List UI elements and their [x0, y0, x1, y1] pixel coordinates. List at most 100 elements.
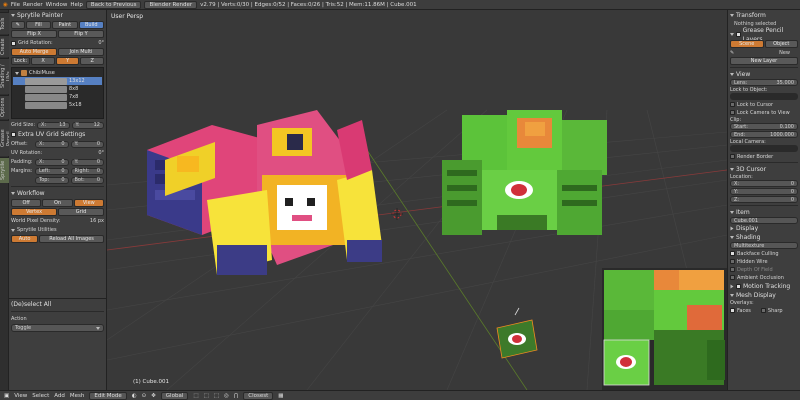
shading-icon[interactable]: ◐ — [132, 393, 137, 399]
reload-all-images-button[interactable]: Reload All Images — [39, 235, 104, 243]
menu-mesh[interactable]: Mesh — [70, 393, 84, 399]
render-engine-select[interactable]: Blender Render — [144, 0, 198, 9]
shading-mode-select[interactable]: Multitexture — [730, 242, 798, 249]
scene-tab[interactable]: Scene — [730, 40, 764, 48]
tab-create[interactable]: Create — [0, 35, 9, 57]
pivot-icon[interactable]: ⊙ — [142, 393, 147, 399]
back-to-previous-button[interactable]: Back to Previous — [85, 0, 142, 9]
world-pixel-density-value[interactable]: 16 px — [90, 218, 104, 224]
grease-pencil-layers-header[interactable]: Grease Pencil Layers — [730, 27, 798, 43]
selected-tile-model[interactable] — [496, 319, 538, 359]
join-multi-toggle[interactable]: Join Multi — [58, 48, 104, 56]
menu-select[interactable]: Select — [32, 393, 49, 399]
extra-uv-checkbox[interactable] — [11, 132, 16, 137]
editor-type-icon[interactable]: ▣ — [4, 393, 9, 399]
item-name-field[interactable]: Cube.001 — [730, 217, 798, 224]
display-header[interactable]: Display — [730, 224, 798, 233]
padding-x-field[interactable]: X: 0 — [35, 158, 69, 166]
menu-file[interactable]: File — [11, 2, 20, 8]
3d-cursor-icon[interactable] — [391, 208, 403, 220]
motion-tracking-checkbox[interactable] — [736, 284, 741, 289]
clip-start-field[interactable]: Start: 0.100 — [730, 123, 798, 130]
flip-y-button[interactable]: Flip Y — [58, 30, 104, 38]
menu-render[interactable]: Render — [23, 2, 43, 8]
lens-field[interactable]: Lens: 35.000 — [730, 79, 798, 86]
item-header[interactable]: Item — [730, 208, 798, 217]
grid-item[interactable]: 5x18 — [13, 101, 102, 109]
workflow-header[interactable]: Workflow — [11, 189, 104, 198]
render-border-checkbox[interactable] — [730, 154, 735, 159]
margin-top-field[interactable]: Top: 0 — [35, 176, 69, 184]
clip-end-field[interactable]: End: 1000.000 — [730, 131, 798, 138]
new-gp-button[interactable]: New — [779, 50, 790, 56]
layers-icon[interactable]: ▦ — [278, 393, 283, 399]
green-robot-model[interactable] — [442, 110, 607, 235]
depth-of-field-checkbox[interactable] — [730, 267, 735, 272]
tab-shading-uvs[interactable]: Shading / UVs — [0, 58, 12, 94]
material-grid-list[interactable]: ChibiMuse 13x12 8x8 7x8 5x18 — [11, 67, 104, 119]
view-header[interactable]: View — [730, 70, 798, 79]
proportional-edit-icon[interactable]: ◎ — [224, 393, 229, 399]
grid-size-x-field[interactable]: X: 13 — [37, 121, 70, 129]
tileset-preview[interactable] — [602, 268, 727, 390]
cursor-y-field[interactable]: Y: 0 — [730, 188, 798, 195]
ambient-occlusion-checkbox[interactable] — [730, 275, 735, 280]
manipulator-icon[interactable]: ✥ — [151, 393, 156, 399]
menu-add[interactable]: Add — [54, 393, 65, 399]
cursor-z-field[interactable]: Z: 0 — [730, 196, 798, 203]
workflow-view-button[interactable]: View — [73, 199, 104, 207]
edge-select-icon[interactable]: ⬚ — [204, 393, 209, 399]
magnet-icon[interactable]: ⋂ — [234, 393, 239, 399]
3d-viewport[interactable]: User Persp (1) Cube.001 — [107, 10, 727, 390]
backface-culling-checkbox[interactable] — [730, 251, 735, 256]
grid-item[interactable]: 13x12 — [13, 77, 102, 85]
cursor-x-field[interactable]: X: 0 — [730, 180, 798, 187]
tab-grease-pencil[interactable]: Grease Pencil — [0, 120, 12, 156]
face-select-icon[interactable]: ⬚ — [214, 393, 219, 399]
flip-x-button[interactable]: Flip X — [11, 30, 57, 38]
snap-grid-button[interactable]: Grid — [58, 208, 104, 216]
local-camera-field[interactable] — [730, 145, 798, 152]
sharp-checkbox[interactable] — [760, 308, 766, 313]
lock-x-button[interactable]: X — [31, 57, 55, 65]
grease-pencil-checkbox[interactable] — [736, 32, 741, 37]
blender-logo-icon[interactable]: ◉ — [3, 2, 8, 8]
workflow-on-button[interactable]: On — [42, 199, 73, 207]
orientation-select[interactable]: Global — [160, 391, 189, 400]
margin-bottom-field[interactable]: Bot: 0 — [70, 176, 104, 184]
sprytile-panel-header[interactable]: Sprytile Painter — [11, 11, 104, 20]
grid-rotation-checkbox[interactable] — [11, 40, 16, 46]
lock-camera-checkbox[interactable] — [730, 110, 735, 115]
tab-options[interactable]: Options — [0, 95, 9, 119]
vertex-select-icon[interactable]: ⬚ — [193, 393, 198, 399]
paint-mode-button[interactable]: ✎ — [11, 21, 25, 29]
auto-merge-toggle[interactable]: Auto Merge — [11, 48, 57, 56]
menu-window[interactable]: Window — [46, 2, 68, 8]
offset-y-field[interactable]: Y: 0 — [70, 140, 104, 148]
grid-item[interactable]: 8x8 — [13, 85, 102, 93]
object-tab[interactable]: Object — [764, 40, 798, 48]
utilities-header[interactable]: Sprytile Utilities — [17, 227, 57, 233]
extra-uv-grid-header[interactable]: Extra UV Grid Settings — [11, 130, 104, 139]
operator-title[interactable]: (De)select All — [11, 300, 104, 309]
motion-tracking-header[interactable]: Motion Tracking — [730, 282, 798, 291]
new-layer-button[interactable]: New Layer — [730, 57, 798, 65]
mode-select[interactable]: Edit Mode — [89, 391, 127, 400]
grid-rotation-value[interactable]: 0° — [98, 40, 104, 46]
lock-z-button[interactable]: Z — [80, 57, 104, 65]
grid-item[interactable]: 7x8 — [13, 93, 102, 101]
build-mode-button[interactable]: Build — [78, 21, 104, 29]
3d-cursor-header[interactable]: 3D Cursor — [730, 165, 798, 174]
mesh-display-header[interactable]: Mesh Display — [730, 291, 798, 300]
lock-y-button[interactable]: Y — [55, 57, 80, 65]
tab-sprytile[interactable]: Sprytile — [0, 157, 9, 183]
tab-tools[interactable]: Tools — [0, 12, 9, 34]
margin-left-field[interactable]: Left: 0 — [35, 167, 69, 175]
menu-view[interactable]: View — [14, 393, 27, 399]
menu-help[interactable]: Help — [70, 2, 83, 8]
workflow-off-button[interactable]: Off — [11, 199, 42, 207]
offset-x-field[interactable]: X: 0 — [35, 140, 69, 148]
snap-target-select[interactable]: Closest — [243, 391, 274, 400]
shading-header[interactable]: Shading — [730, 233, 798, 242]
action-select[interactable]: Toggle — [11, 324, 104, 332]
